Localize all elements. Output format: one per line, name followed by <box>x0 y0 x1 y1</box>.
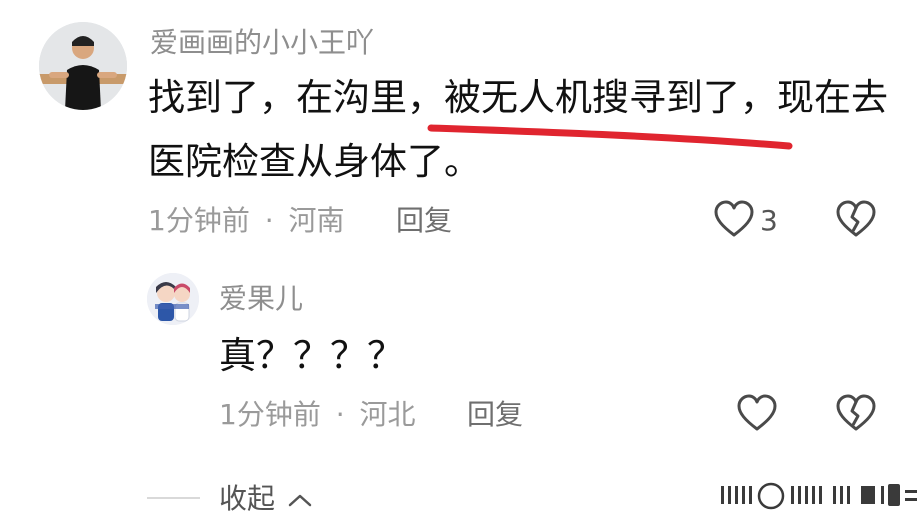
red-underline-mark <box>427 124 793 150</box>
person-photo <box>39 22 127 110</box>
broken-heart-icon <box>836 394 876 431</box>
reply-text: 真？？？？ <box>219 334 404 377</box>
dislike-button[interactable] <box>834 198 878 242</box>
comment-text-highlight: 被无人机搜寻到了 <box>444 76 740 119</box>
collapse-button[interactable]: 收起 <box>219 481 314 517</box>
collapse-divider <box>147 497 200 499</box>
broken-heart-icon <box>836 200 876 237</box>
chevron-up-icon <box>288 494 312 507</box>
cartoon-avatar <box>147 273 199 325</box>
reply-to-reply-button[interactable]: 回复 <box>467 397 523 433</box>
reply-button[interactable]: 回复 <box>396 203 452 239</box>
reply-time: 1分钟前 <box>219 398 321 431</box>
commenter-username[interactable]: 爱画画的小小王吖 <box>150 26 374 60</box>
reply-location: 河北 <box>359 398 416 431</box>
comment-location: 河南 <box>288 204 345 237</box>
reply-like-button[interactable] <box>735 392 779 436</box>
collapse-label: 收起 <box>219 482 276 515</box>
like-button[interactable] <box>712 198 756 242</box>
heart-outline-icon <box>737 394 777 431</box>
replier-username[interactable]: 爱果儿 <box>219 282 303 316</box>
replier-avatar[interactable] <box>147 273 199 325</box>
meta-separator: · <box>335 398 345 431</box>
heart-outline-icon <box>714 200 754 237</box>
comment-time: 1分钟前 <box>148 204 250 237</box>
commenter-avatar[interactable] <box>39 22 127 110</box>
comment-meta: 1分钟前 · 河南 <box>148 203 345 239</box>
meta-separator: · <box>264 204 274 237</box>
watermark-mark <box>721 482 917 510</box>
reply-meta: 1分钟前 · 河北 <box>219 397 416 433</box>
like-count: 3 <box>760 204 778 237</box>
comment-text-before: 找到了，在沟里， <box>148 76 444 119</box>
comment-text-after: ，现在去 <box>740 76 888 119</box>
reply-dislike-button[interactable] <box>834 392 878 436</box>
